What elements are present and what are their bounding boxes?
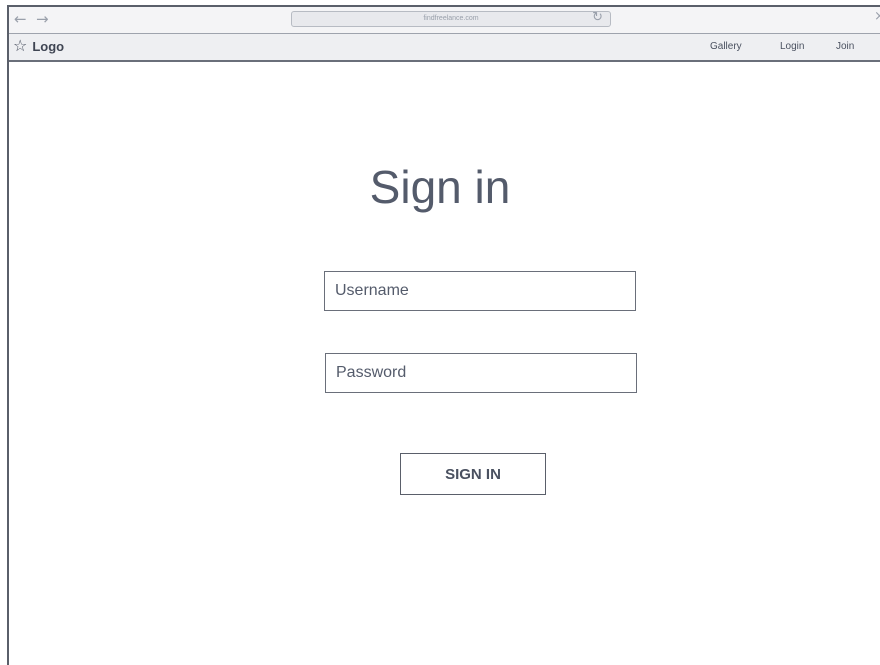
password-input[interactable] <box>325 353 637 393</box>
reload-icon[interactable]: ↻ <box>592 10 603 25</box>
nav-link-gallery[interactable]: Gallery <box>710 41 742 52</box>
page-title: Sign in <box>369 161 511 213</box>
nav-link-login[interactable]: Login <box>780 41 804 52</box>
browser-window: ← → findfreelance.com ↻ × ☆ Logo Gallery… <box>7 5 880 665</box>
url-field[interactable]: findfreelance.com ↻ <box>291 10 611 27</box>
logo-label: Logo <box>32 38 65 54</box>
url-text: findfreelance.com <box>423 15 479 22</box>
close-icon[interactable]: × <box>874 9 880 24</box>
nav-link-join[interactable]: Join <box>836 41 854 52</box>
arrow-left-icon[interactable]: ← <box>14 10 27 28</box>
star-icon: ☆ <box>13 36 28 55</box>
arrow-right-icon[interactable]: → <box>36 10 49 28</box>
logo[interactable]: ☆ Logo <box>13 38 64 54</box>
address-bar: ← → findfreelance.com ↻ × <box>9 7 880 34</box>
sign-in-button[interactable]: SIGN IN <box>400 453 546 495</box>
username-input[interactable] <box>324 271 636 311</box>
site-navbar: ☆ Logo Gallery Login Join <box>9 34 880 62</box>
